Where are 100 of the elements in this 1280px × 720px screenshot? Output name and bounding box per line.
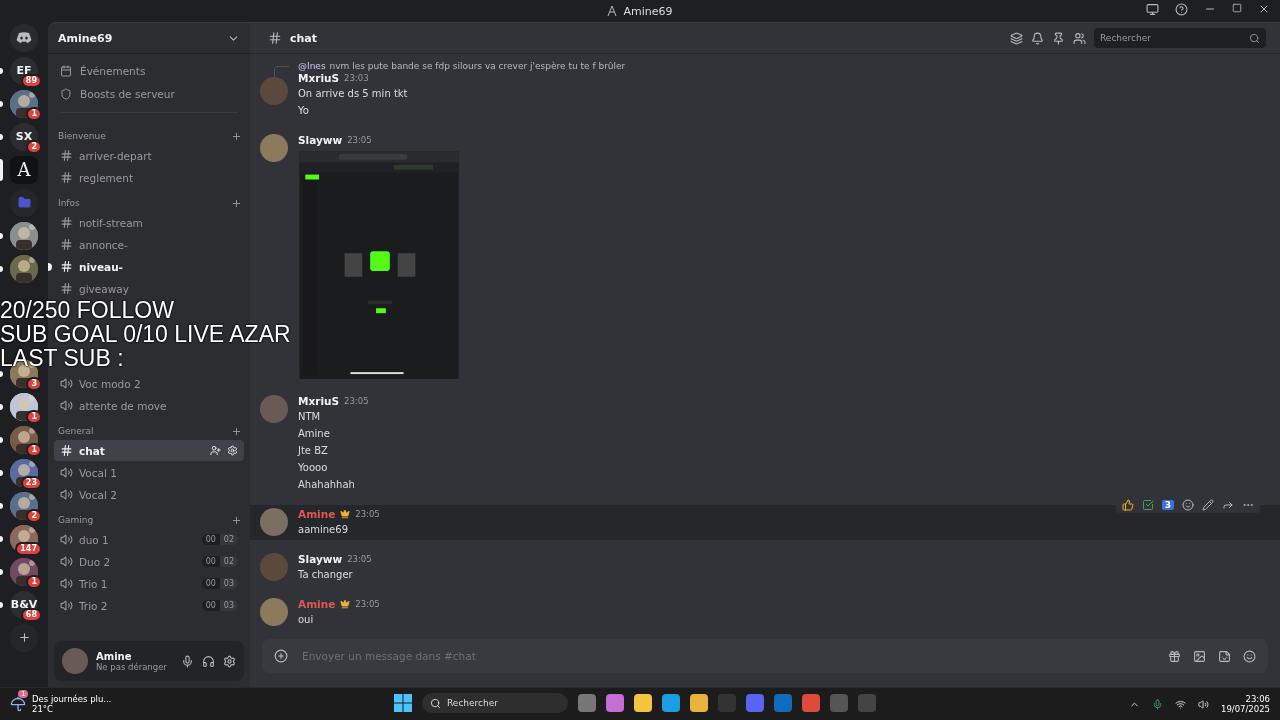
taskbar-app-icon[interactable]	[662, 694, 680, 712]
speaker-icon	[60, 533, 73, 546]
windows-logo-icon[interactable]	[394, 694, 412, 712]
user-limit: 00 03	[201, 578, 238, 589]
search-icon	[1249, 32, 1260, 44]
channel-item[interactable]: Vocal 2	[54, 484, 244, 505]
plus-icon[interactable]	[274, 649, 288, 663]
temperature: 21°C	[32, 704, 54, 714]
window-title: Amine69	[623, 4, 673, 18]
members-icon[interactable]	[1073, 31, 1086, 45]
plus-icon[interactable]	[231, 197, 242, 209]
thumbs-up-icon[interactable]	[1121, 499, 1134, 511]
search-field[interactable]: Rechercher	[1094, 28, 1266, 48]
avatar[interactable]	[260, 134, 288, 162]
unread-count: 1	[26, 107, 42, 121]
taskbar-app-icon[interactable]	[634, 694, 652, 712]
taskbar-app-icon[interactable]	[578, 694, 596, 712]
edit-icon[interactable]	[1202, 499, 1214, 511]
taskbar-app-icon[interactable]	[606, 694, 624, 712]
reply-preview[interactable]: @Ines nvm les pute bande se fdp silours va crever j'espère tu te f brûler	[298, 61, 626, 71]
channel-item[interactable]: arriver-depart	[54, 145, 244, 166]
clock-time[interactable]: 23:06	[1245, 694, 1270, 704]
channel-item[interactable]: duo 1 00 02	[54, 529, 244, 550]
author-name[interactable]: MxriuS	[298, 72, 340, 84]
channel-item[interactable]: Trio 1 00 03	[54, 573, 244, 594]
server-icon[interactable]	[10, 557, 38, 586]
emoji-icon[interactable]	[1182, 499, 1194, 511]
timestamp: 23:05	[355, 599, 380, 609]
forward-icon[interactable]	[1222, 499, 1234, 511]
channel-item[interactable]: attente de move	[54, 395, 244, 416]
add-server-button[interactable]	[10, 623, 38, 652]
discord-logo[interactable]	[10, 23, 38, 52]
help-icon[interactable]	[1175, 3, 1188, 16]
invite-icon	[210, 445, 221, 456]
channel-item[interactable]: niveau-	[54, 256, 244, 277]
taskbar-app-icon[interactable]	[774, 694, 792, 712]
server-icon[interactable]	[10, 425, 38, 454]
channel-item[interactable]: Vocal 1	[54, 462, 244, 483]
taskbar-app-icon[interactable]	[746, 694, 764, 712]
menu-item[interactable]: Événements	[54, 60, 244, 82]
check-icon[interactable]	[1141, 499, 1154, 511]
author-name[interactable]: Amine	[298, 508, 336, 520]
threads-icon[interactable]	[1010, 31, 1023, 45]
category-label[interactable]: Infos	[58, 198, 80, 208]
plus-icon[interactable]	[231, 425, 242, 437]
screen-share-icon[interactable]	[1146, 3, 1159, 16]
microphone-icon[interactable]	[181, 654, 194, 668]
taskbar-app-icon[interactable]	[802, 694, 820, 712]
plus-icon[interactable]	[231, 514, 242, 526]
channel-item[interactable]: notif-stream	[54, 212, 244, 233]
category-label[interactable]: Bienvenue	[58, 131, 106, 141]
avatar[interactable]	[260, 508, 288, 536]
weather-text[interactable]: Des journées plu...	[32, 694, 112, 704]
menu-item[interactable]: Boosts de serveur	[54, 83, 244, 105]
author-name[interactable]: Slayww	[298, 134, 343, 146]
channel-item[interactable]: Trio 2 00 03	[54, 595, 244, 616]
channel-item[interactable]: reglement	[54, 167, 244, 188]
message-field[interactable]: Envoyer un message dans #chat	[300, 649, 1156, 663]
author-name[interactable]: Slayww	[298, 553, 343, 565]
gift-icon[interactable]	[1168, 649, 1181, 663]
maximize-icon[interactable]	[1232, 3, 1242, 13]
calendar-icon	[60, 65, 72, 77]
speaker-icon	[60, 488, 73, 501]
plus-icon[interactable]	[231, 130, 242, 142]
avatar[interactable]	[260, 598, 288, 626]
channel-item[interactable]: Voc modo 2	[54, 373, 244, 394]
taskbar-search[interactable]: Rechercher	[422, 693, 568, 713]
pin-icon[interactable]	[1052, 31, 1065, 45]
channel-item[interactable]: Duo 2 00 02	[54, 551, 244, 572]
server-icon[interactable]	[10, 458, 38, 487]
speaker-icon	[60, 377, 73, 390]
message-text: Jte BZ	[298, 444, 329, 458]
stream-overlay-text: SUB GOAL 0/10 LIVE AZAR	[0, 322, 291, 346]
close-icon[interactable]	[1258, 3, 1270, 15]
bell-icon[interactable]	[1031, 31, 1044, 45]
reaction-number[interactable]: 3	[1161, 500, 1174, 510]
server-icon[interactable]	[10, 254, 38, 283]
server-icon[interactable]	[10, 221, 38, 250]
sticker-icon[interactable]	[1218, 649, 1231, 663]
stream-overlay-text: 20/250 FOLLOW	[0, 298, 174, 322]
umbrella-icon	[10, 696, 26, 712]
channel-item[interactable]: annonce-	[54, 234, 244, 255]
category-label[interactable]: Gaming	[58, 515, 94, 525]
server-icon[interactable]: A	[10, 155, 38, 184]
server-icon[interactable]	[10, 89, 38, 118]
settings-icon[interactable]	[223, 654, 236, 668]
message-composer[interactable]: Envoyer un message dans #chat	[262, 639, 1268, 673]
server-icon[interactable]	[10, 392, 38, 421]
channel-item[interactable]: chat	[54, 440, 244, 461]
headphones-icon[interactable]	[202, 654, 215, 668]
emoji-icon[interactable]	[1243, 649, 1256, 663]
author-name[interactable]: MxriuS	[298, 395, 340, 407]
taskbar-app-icon[interactable]	[690, 694, 708, 712]
avatar[interactable]	[62, 648, 88, 674]
server-letter-icon	[607, 5, 618, 17]
author-name[interactable]: Amine	[298, 598, 336, 610]
clock-date[interactable]: 19/07/2025	[1221, 704, 1270, 714]
category-label[interactable]: General	[58, 426, 94, 436]
channel-item[interactable]: giveaway	[54, 278, 244, 299]
server-icon[interactable]	[10, 491, 38, 520]
